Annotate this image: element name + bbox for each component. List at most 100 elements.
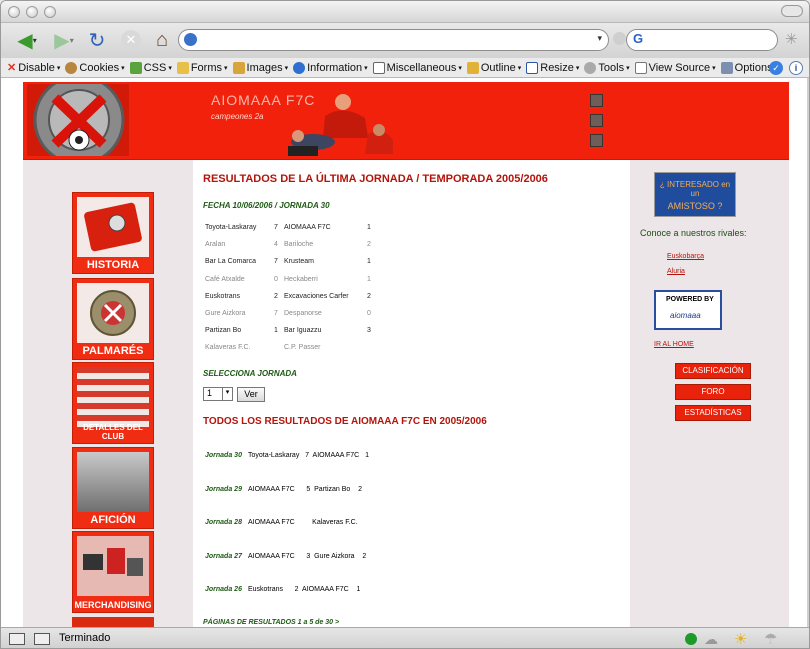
powered-by-badge[interactable]: POWERED BY aiomaaa [654, 290, 722, 330]
toolbar-tools[interactable]: Tools ▾ [584, 61, 630, 74]
weather-icon: ☀ [734, 631, 748, 648]
toolbar-resize[interactable]: Resize ▾ [526, 61, 579, 74]
right-sidebar: ¿ INTERESADO en un AMISTOSO ? Conoce a n… [630, 160, 789, 627]
search-engine-icon[interactable]: G [633, 31, 643, 46]
result-home: Aralan [205, 241, 226, 249]
result-away: Heckaberri [284, 275, 318, 283]
clasificacion-button[interactable]: CLASIFICACIÓN [675, 363, 751, 379]
browser-window: ◀ ▾ ▶ ▾ ↻ ✕ ⌂ ▾ G ✳ ✕ Disable ▾ Cookies ▾ CSS… [0, 0, 810, 649]
screen-icon[interactable] [34, 633, 50, 645]
powered-by-label: POWERED BY [666, 296, 714, 303]
url-input[interactable]: ▾ [178, 29, 609, 51]
sidebar-toggle-icon[interactable] [9, 633, 25, 645]
result-hs: 7 [274, 224, 278, 231]
title-bar [1, 1, 809, 23]
validate-icon[interactable]: ✓ [769, 61, 783, 75]
result-row: Aralan 4 Bariloche 2 [205, 241, 385, 251]
result-as: 1 [367, 275, 371, 283]
jornada-link[interactable]: Jornada 29 [205, 486, 242, 493]
info-circle-icon[interactable]: i [789, 61, 803, 75]
sidebar-item-partial[interactable] [72, 617, 154, 627]
sidebar-item-detalles[interactable]: DETALLES DEL CLUB [72, 362, 154, 444]
toolbar-label: Miscellaneous [386, 61, 457, 74]
vertical-scrollbar[interactable] [807, 78, 809, 627]
result-hs: 4 [274, 241, 278, 249]
rival-link[interactable]: Aluria [667, 268, 685, 275]
zoom-window-button[interactable] [44, 6, 56, 18]
toolbar-images[interactable]: Images ▾ [232, 61, 288, 74]
amistoso-line1: ¿ INTERESADO en un [659, 180, 731, 198]
rival-link[interactable]: Euskobarça [667, 253, 704, 260]
status-text: Terminado [59, 632, 111, 644]
ver-button[interactable]: Ver [237, 387, 265, 402]
toolbar-cookies[interactable]: Cookies ▾ [65, 61, 125, 74]
toolbar-label: Outline [480, 61, 516, 74]
toolbar-css[interactable]: CSS ▾ [129, 61, 172, 74]
header-menu-button[interactable] [590, 114, 603, 127]
result-row: Bar La Comarca 7 Krusteam 1 [205, 258, 385, 268]
result-away: C.P. Passer [284, 344, 321, 352]
header-menu-button[interactable] [590, 94, 603, 107]
result-as: 1 [367, 224, 371, 231]
images-icon [232, 61, 245, 74]
amistoso-banner[interactable]: ¿ INTERESADO en un AMISTOSO ? [654, 172, 736, 217]
minimize-window-button[interactable] [26, 6, 38, 18]
result-row: Gure Aizkora 7 Despanorse 0 [205, 310, 385, 320]
back-icon[interactable]: ◀ ▾ [9, 27, 45, 53]
toolbar-information[interactable]: Information ▾ [293, 61, 368, 74]
jornada-link[interactable]: Jornada 28 [205, 519, 242, 526]
foro-button[interactable]: FORO [675, 384, 751, 400]
result-hs: 7 [274, 258, 278, 266]
resize-icon [526, 61, 539, 74]
ir-home-link[interactable]: IR AL HOME [654, 341, 694, 348]
book-icon [77, 197, 149, 257]
jornada-row: Jornada 26 Euskotrans 2 AIOMAAA F7C 1 [205, 586, 360, 596]
result-away: AIOMAAA F7C [284, 224, 331, 231]
toolbar-view-source[interactable]: View Source ▾ [634, 61, 716, 74]
result-hs: 2 [274, 292, 278, 300]
web-developer-toolbar: ✕ Disable ▾ Cookies ▾ CSS ▾ Forms ▾ Images ▾ I… [1, 58, 809, 78]
stop-icon[interactable]: ✕ [119, 27, 143, 53]
reload-icon[interactable]: ↻ [83, 27, 111, 53]
sidebar-item-label: PALMARÉS [82, 345, 144, 357]
sidebar-item-label: HISTORIA [86, 259, 140, 271]
jornada-link[interactable]: Jornada 30 [205, 452, 242, 459]
result-as: 1 [367, 258, 371, 266]
toolbar-miscellaneous[interactable]: Miscellaneous ▾ [372, 61, 462, 74]
search-input[interactable]: G [626, 29, 778, 51]
jornada-row: Jornada 27 AIOMAAA F7C 3 Gure Aizkora 2 [205, 553, 366, 563]
jornada-link[interactable]: Jornada 26 [205, 586, 242, 593]
result-home: Euskotrans [205, 292, 241, 300]
club-logo[interactable] [27, 84, 129, 156]
url-dropdown-icon[interactable]: ▾ [597, 33, 602, 44]
result-row: Partizan Bo 1 Bar Iguazzu 3 [205, 327, 385, 337]
jornada-select[interactable]: 1 ▾ [203, 387, 233, 401]
sidebar-item-palmares[interactable]: PALMARÉS [72, 278, 154, 360]
status-ok-icon [685, 633, 697, 645]
result-as: 2 [367, 292, 371, 300]
result-hs: 7 [274, 310, 278, 317]
jornada-link[interactable]: Jornada 27 [205, 553, 242, 560]
result-away: Krusteam [284, 258, 314, 266]
estadisticas-button[interactable]: ESTADÍSTICAS [675, 405, 751, 421]
jornada-result: Euskotrans 2 AIOMAAA F7C 1 [247, 586, 361, 593]
outline-icon [466, 61, 479, 74]
go-icon[interactable] [613, 32, 626, 45]
result-home: Bar La Comarca [205, 258, 256, 266]
toolbar-disable[interactable]: ✕ Disable ▾ [7, 61, 60, 75]
header-menu-button[interactable] [590, 134, 603, 147]
close-window-button[interactable] [8, 6, 20, 18]
toolbar-toggle-button[interactable] [781, 5, 803, 17]
forward-icon[interactable]: ▶ ▾ [47, 27, 81, 53]
toolbar-forms[interactable]: Forms ▾ [176, 61, 228, 74]
toolbar-label: Forms [190, 61, 222, 74]
paginas-link[interactable]: PÁGINAS DE RESULTADOS 1 a 5 de 30 > [203, 619, 339, 626]
sidebar-item-aficion[interactable]: AFICIÓN [72, 447, 154, 529]
sidebar-item-merchandising[interactable]: MERCHANDISING [72, 531, 154, 613]
toolbar-outline[interactable]: Outline ▾ [466, 61, 521, 74]
jornada-result: AIOMAAA F7C 5 Partizan Bo 2 [247, 485, 362, 493]
sidebar-item-historia[interactable]: HISTORIA [72, 192, 154, 274]
home-icon[interactable]: ⌂ [149, 27, 175, 53]
todos-title: TODOS LOS RESULTADOS DE AIOMAAA F7C EN 2… [203, 416, 487, 427]
result-hs: 0 [274, 275, 278, 283]
